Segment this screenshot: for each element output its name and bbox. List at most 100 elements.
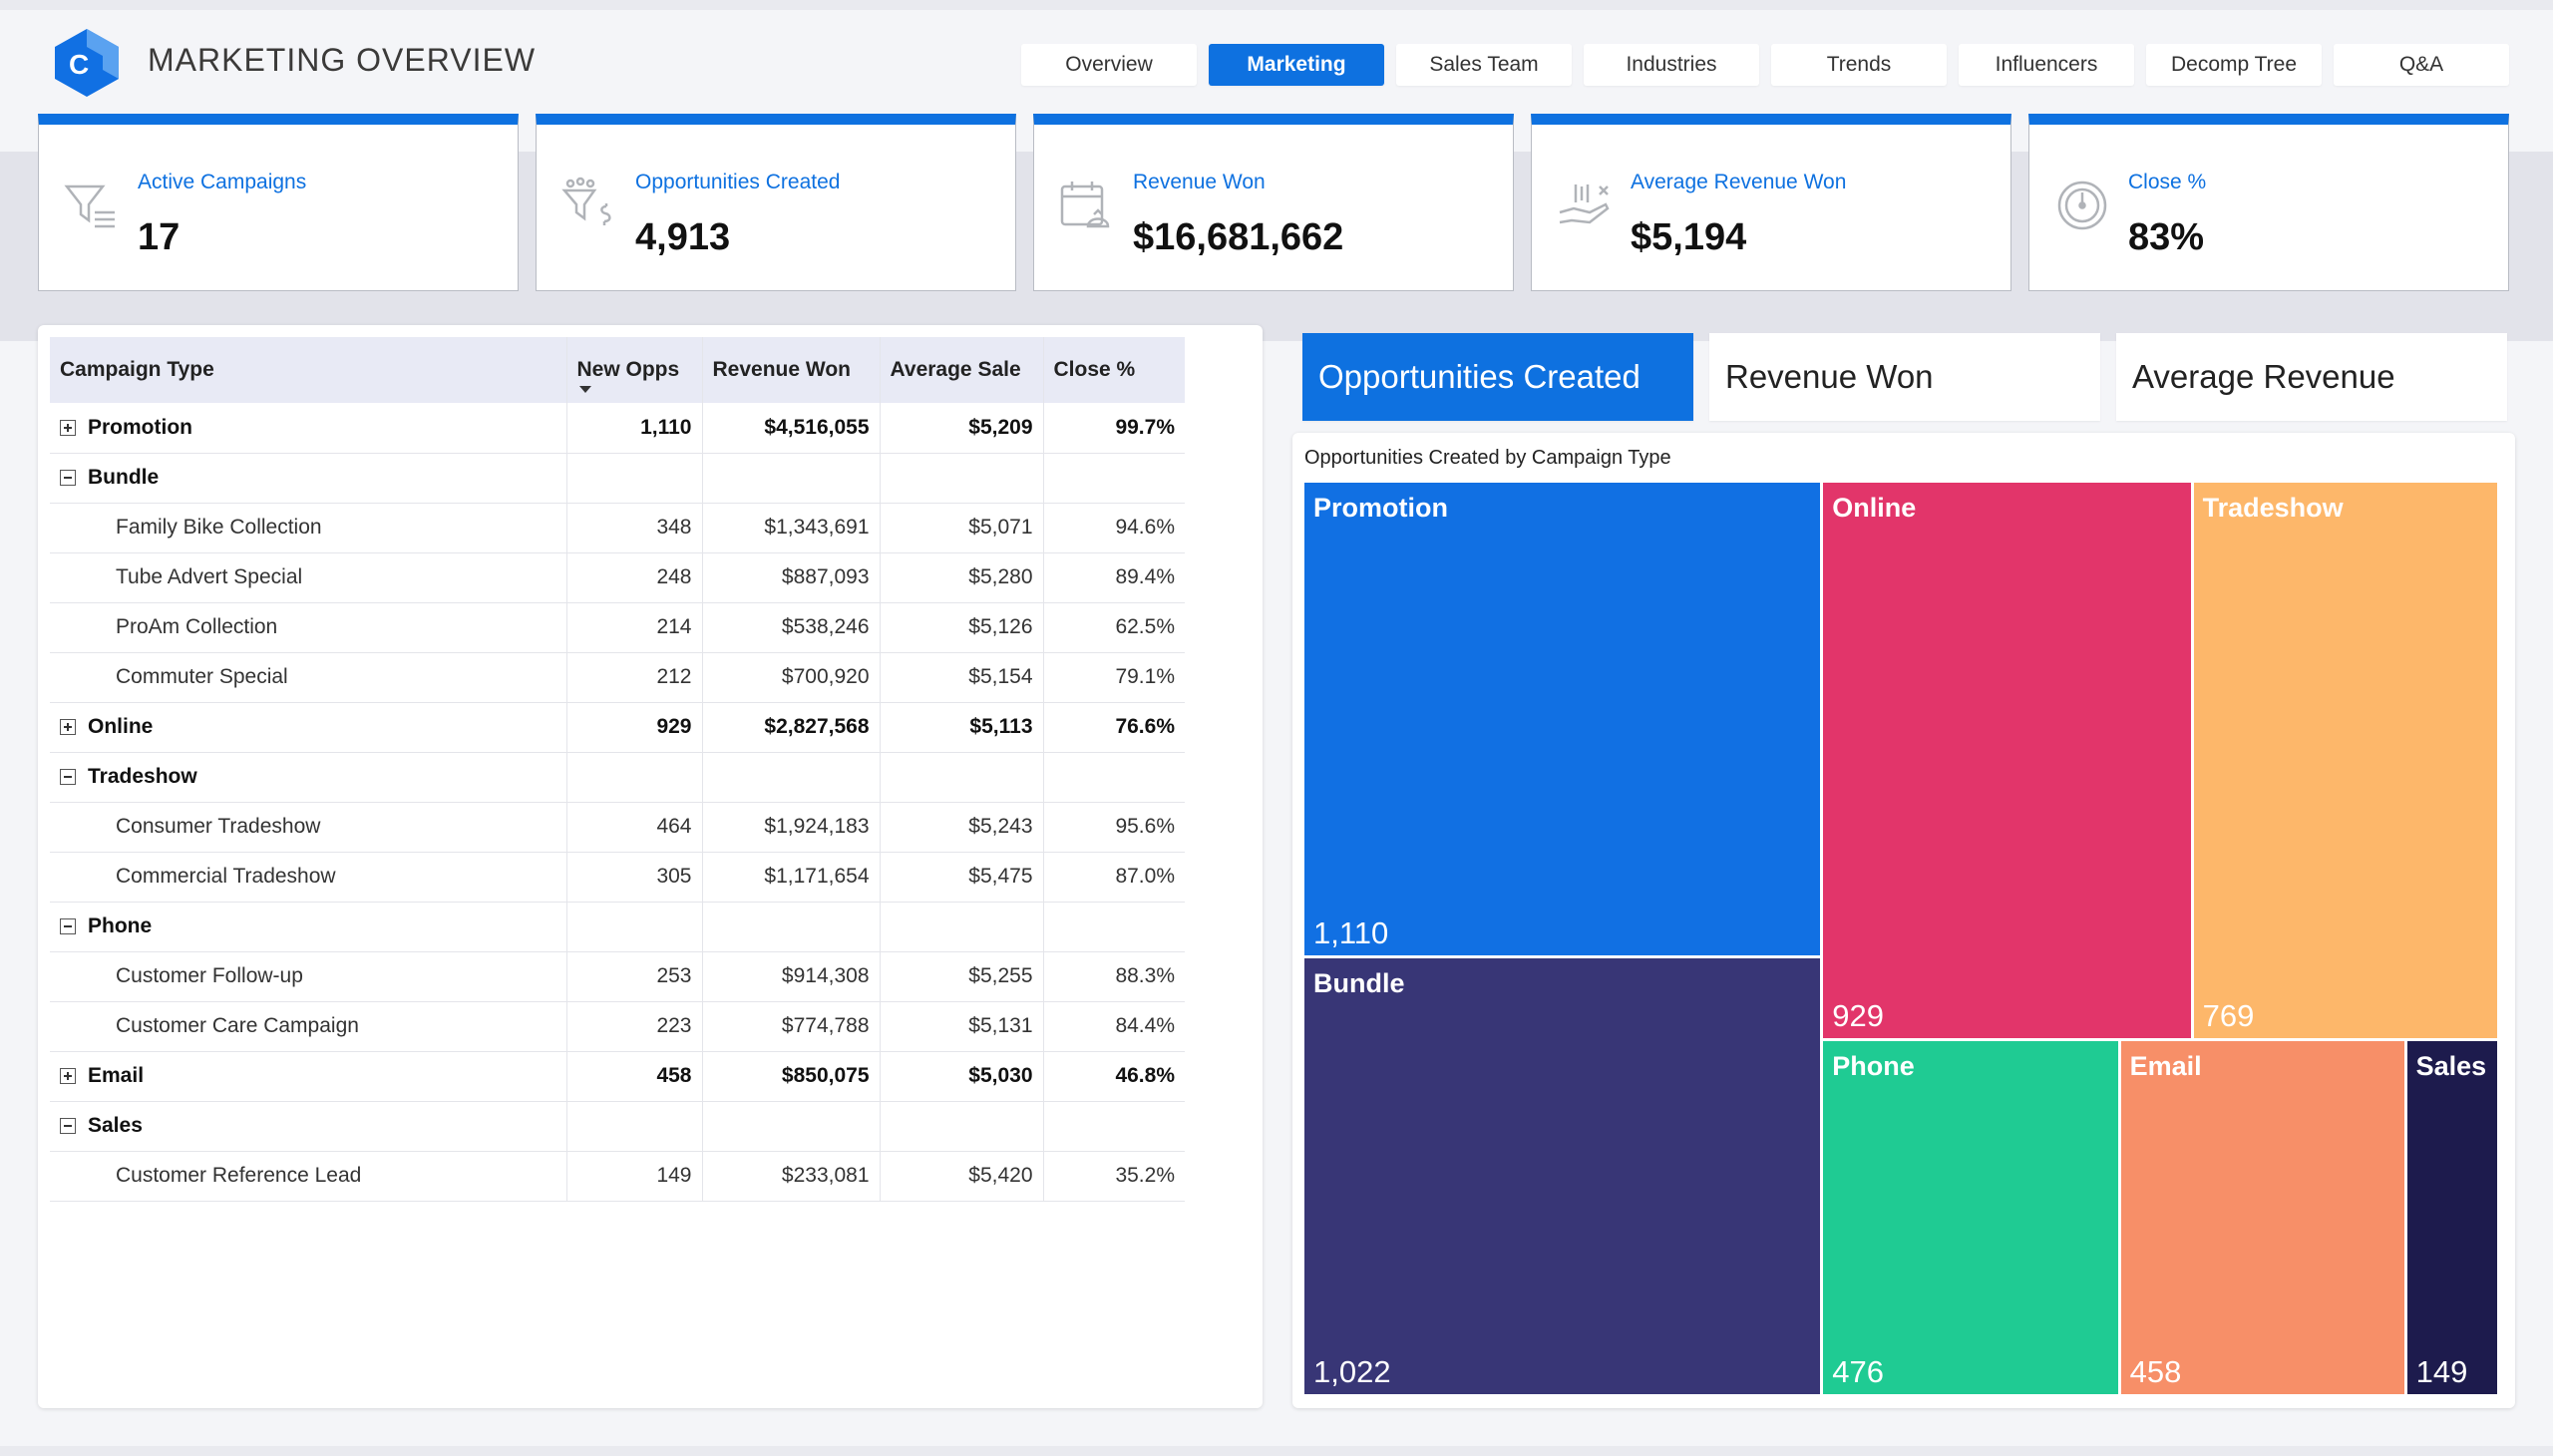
page-title: MARKETING OVERVIEW (148, 42, 537, 78)
treemap-tile-label: Sales (2415, 1050, 2487, 1081)
treemap-tile-online[interactable]: Online 929 (1823, 483, 2191, 1038)
cell-revenue-won: $1,924,183 (701, 802, 880, 853)
kpi-label: Close % (2128, 171, 2207, 193)
cell-average-sale: $5,126 (879, 602, 1043, 653)
kpi-value: $16,681,662 (1133, 216, 1344, 258)
row-label: Consumer Tradeshow (50, 802, 566, 853)
cell-revenue-won (701, 752, 880, 803)
nav-marketing[interactable]: Marketing (1209, 44, 1384, 86)
treemap-tile-promotion[interactable]: Promotion 1,110 (1304, 483, 1821, 956)
cell-revenue-won (701, 902, 880, 952)
cell-close-percent: 84.4% (1042, 1001, 1185, 1052)
hand-money-icon (1559, 184, 1610, 224)
kpi-label: Opportunities Created (635, 171, 841, 193)
col-header-new-opps[interactable]: New Opps (565, 337, 702, 403)
expand-icon[interactable] (60, 719, 76, 735)
nav-influencers[interactable]: Influencers (1959, 44, 2134, 86)
col-header-average-sale[interactable]: Average Sale (879, 337, 1043, 403)
row-label-cell: Online (50, 702, 566, 753)
nav-overview[interactable]: Overview (1021, 44, 1197, 86)
row-label-cell: Bundle (50, 453, 566, 504)
cell-new-opps (565, 1101, 702, 1152)
row-label: Commuter Special (50, 652, 566, 703)
row-label: Bundle (88, 466, 160, 489)
treemap-tile-label: Online (1832, 493, 1917, 523)
nav-decomp-tree[interactable]: Decomp Tree (2146, 44, 2322, 86)
cell-average-sale: $5,475 (879, 852, 1043, 903)
cell-new-opps (565, 453, 702, 504)
cell-new-opps (565, 902, 702, 952)
nav-qa[interactable]: Q&A (2334, 44, 2509, 86)
cell-new-opps: 305 (565, 852, 702, 903)
collapse-icon[interactable] (60, 918, 76, 934)
treemap-tile-tradeshow[interactable]: Tradeshow 769 (2193, 483, 2497, 1038)
treemap-tile-value: 458 (2129, 1353, 2182, 1389)
filter-icon (64, 184, 115, 228)
table-row: Consumer Tradeshow 464 $1,924,183 $5,243… (50, 802, 1185, 853)
col-header-close-percent[interactable]: Close % (1042, 337, 1185, 403)
cell-close-percent: 99.7% (1042, 403, 1185, 454)
logo-letter: C (69, 49, 89, 80)
table-row: ProAm Collection 214 $538,246 $5,126 62.… (50, 602, 1185, 653)
treemap-tile-value: 1,110 (1313, 915, 1389, 951)
treemap-tile-sales[interactable]: Sales 149 (2406, 1040, 2497, 1394)
cell-revenue-won: $914,308 (701, 951, 880, 1002)
company-logo: C (55, 29, 119, 97)
row-label: ProAm Collection (50, 602, 566, 653)
row-label: Customer Care Campaign (50, 1001, 566, 1052)
treemap-tile-value: 769 (2202, 997, 2255, 1033)
col-header-campaign-type[interactable]: Campaign Type (50, 337, 566, 403)
cell-new-opps: 1,110 (565, 403, 702, 454)
cell-average-sale (879, 902, 1043, 952)
cell-close-percent: 89.4% (1042, 552, 1185, 603)
cell-close-percent: 87.0% (1042, 852, 1185, 903)
tab-average-revenue[interactable]: Average Revenue (2116, 333, 2507, 421)
gauge-icon (2057, 181, 2107, 230)
kpi-value: 83% (2128, 216, 2205, 258)
campaign-matrix: Campaign Type New Opps Revenue Won Avera… (50, 337, 1185, 1202)
cell-average-sale: $5,131 (879, 1001, 1043, 1052)
cell-close-percent: 88.3% (1042, 951, 1185, 1002)
nav-sales-team[interactable]: Sales Team (1396, 44, 1572, 86)
cell-close-percent: 79.1% (1042, 652, 1185, 703)
row-label-cell: Promotion (50, 403, 566, 454)
nav-industries[interactable]: Industries (1584, 44, 1759, 86)
collapse-icon[interactable] (60, 470, 76, 486)
cell-revenue-won: $700,920 (701, 652, 880, 703)
row-label-cell: Sales (50, 1101, 566, 1152)
cell-close-percent (1042, 1101, 1185, 1152)
nav-trends[interactable]: Trends (1771, 44, 1947, 86)
matrix-header-row: Campaign Type New Opps Revenue Won Avera… (50, 337, 1185, 403)
collapse-icon[interactable] (60, 769, 76, 785)
expand-icon[interactable] (60, 419, 76, 436)
cell-average-sale: $5,420 (879, 1151, 1043, 1202)
treemap-tile-phone[interactable]: Phone 476 (1823, 1040, 2118, 1394)
cell-new-opps: 253 (565, 951, 702, 1002)
kpi-row: Active Campaigns 17 Opportunities Create… (38, 114, 2509, 291)
calendar-money-icon (1060, 182, 1110, 228)
kpi-value: 4,913 (635, 216, 731, 258)
cell-new-opps: 149 (565, 1151, 702, 1202)
cell-revenue-won: $538,246 (701, 602, 880, 653)
treemap-tile-bundle[interactable]: Bundle 1,022 (1304, 958, 1821, 1394)
treemap-tile-email[interactable]: Email 458 (2120, 1040, 2404, 1394)
row-label-cell: Email (50, 1051, 566, 1102)
col-header-revenue-won[interactable]: Revenue Won (701, 337, 880, 403)
tab-revenue-won[interactable]: Revenue Won (1709, 333, 2100, 421)
row-label: Promotion (88, 415, 192, 439)
expand-icon[interactable] (60, 1068, 76, 1084)
cell-new-opps: 223 (565, 1001, 702, 1052)
row-label: Customer Reference Lead (50, 1151, 566, 1202)
row-label: Tube Advert Special (50, 552, 566, 603)
cell-average-sale: $5,280 (879, 552, 1043, 603)
collapse-icon[interactable] (60, 1118, 76, 1134)
cell-new-opps: 212 (565, 652, 702, 703)
table-row: Bundle (50, 453, 1185, 504)
treemap-tile-label: Email (2129, 1050, 2202, 1081)
tab-opportunities-created[interactable]: Opportunities Created (1302, 333, 1693, 421)
row-label: Commercial Tradeshow (50, 852, 566, 903)
cell-average-sale: $5,209 (879, 403, 1043, 454)
table-row: Online 929 $2,827,568 $5,113 76.6% (50, 702, 1185, 753)
cell-revenue-won: $4,516,055 (701, 403, 880, 454)
cell-close-percent: 94.6% (1042, 503, 1185, 553)
